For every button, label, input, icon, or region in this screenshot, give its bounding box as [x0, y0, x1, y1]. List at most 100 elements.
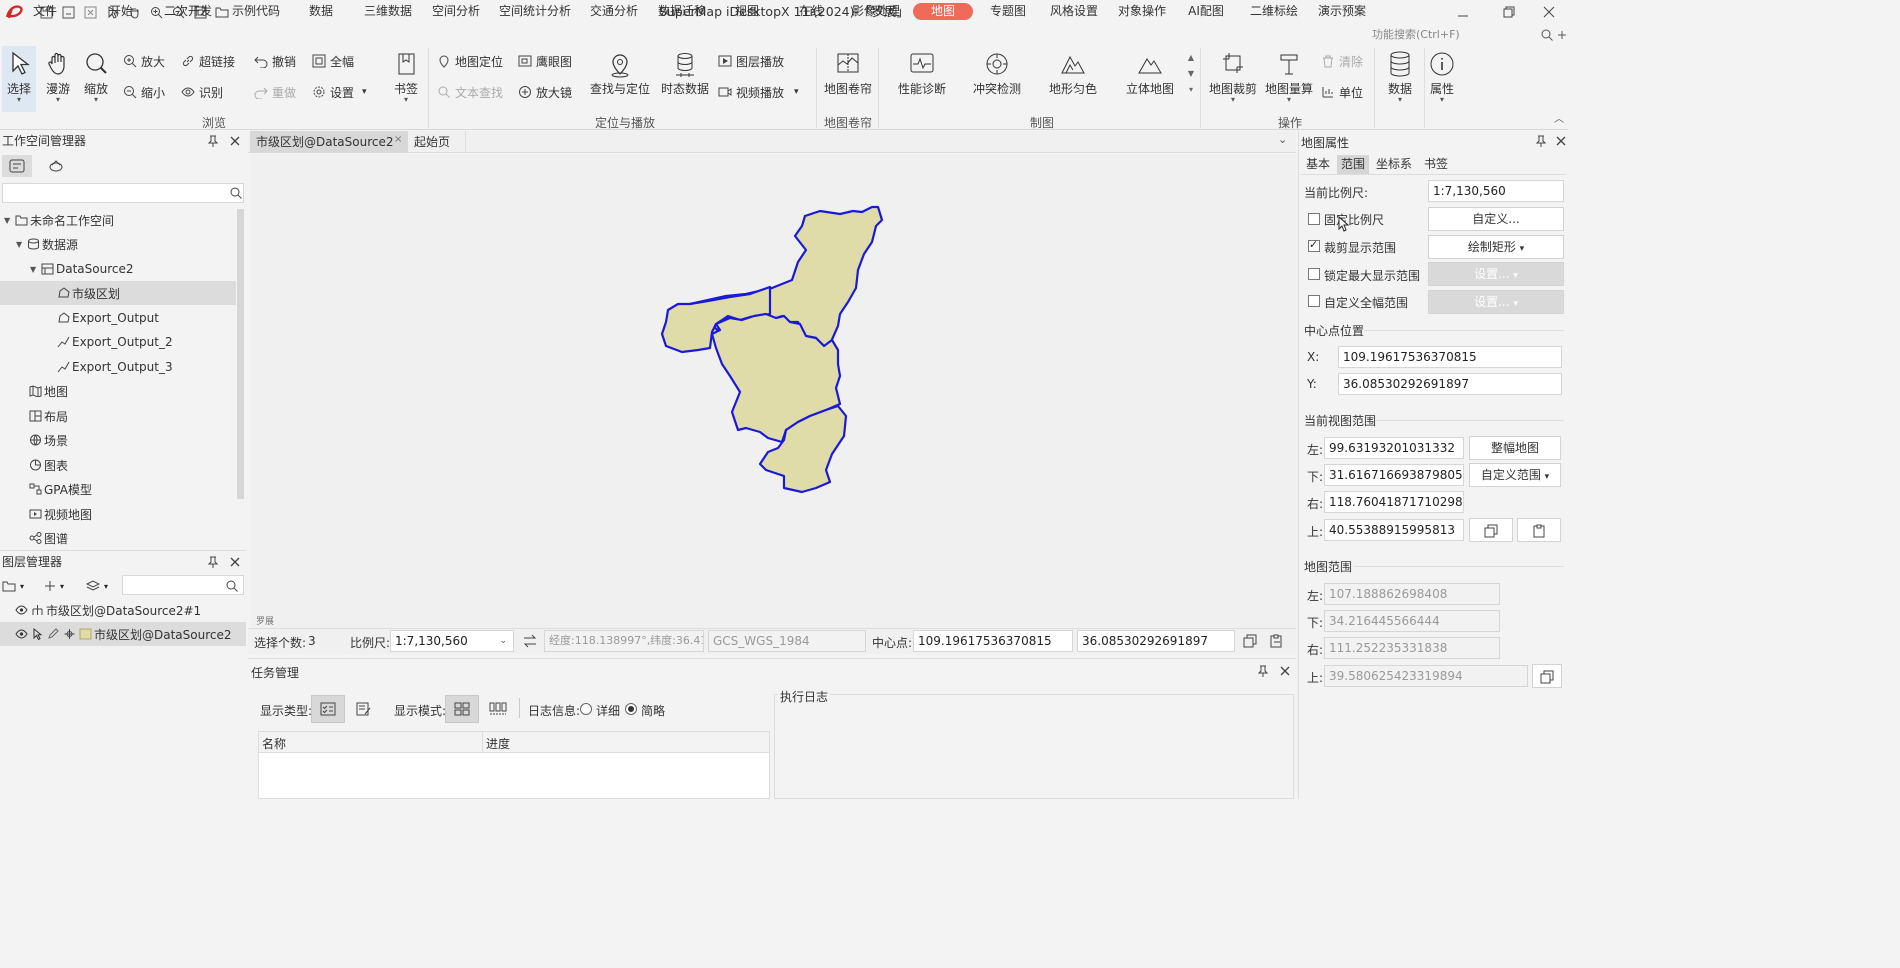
menu-file[interactable]: 文件 [26, 3, 64, 20]
add-layer-dropdown-icon[interactable]: ▾ [2, 578, 32, 594]
close-icon[interactable] [1278, 664, 1292, 678]
menu-spatial-analysis[interactable]: 空间分析 [426, 3, 486, 20]
menu-online[interactable]: 在线 [792, 3, 830, 20]
gallery-scroll-icon[interactable]: ▲ ▼ ▾ [1186, 50, 1196, 110]
pin-icon[interactable] [1534, 134, 1548, 148]
layer-play-button[interactable]: 图层播放 [717, 51, 784, 71]
paste-extent-button[interactable] [1517, 518, 1561, 542]
tree-gpa-models[interactable]: GPA模型 [0, 477, 236, 501]
properties-button[interactable]: 属性 ▾ [1424, 46, 1460, 112]
tree-video-maps[interactable]: 视频地图 [0, 502, 236, 526]
eagle-eye-button[interactable]: 鹰眼图 [517, 51, 572, 71]
close-icon[interactable] [1554, 134, 1568, 148]
pin-icon[interactable] [206, 555, 220, 569]
menu-sample-code[interactable]: 示例代码 [226, 3, 286, 20]
col-name-header[interactable]: 名称 [262, 735, 286, 752]
close-icon[interactable] [228, 555, 242, 569]
tree-maps[interactable]: 地图 [0, 379, 236, 403]
menu-3d-data[interactable]: 三维数据 [358, 3, 418, 20]
view-right-input[interactable]: 118.76041871710298 [1324, 491, 1464, 513]
layer-row-label[interactable]: 市级区划@DataSource2#1 [0, 598, 246, 622]
tree-dataset-export-3[interactable]: Export_Output_3 [0, 355, 236, 379]
temporal-data-button[interactable]: 时态数据 [658, 46, 712, 112]
paste-icon[interactable] [1269, 634, 1283, 648]
custom-full-settings-button[interactable]: 设置... ▾ [1428, 290, 1564, 314]
search-icon[interactable] [230, 187, 242, 199]
menu-thematic[interactable]: 专题图 [982, 3, 1034, 20]
pin-icon[interactable] [1256, 664, 1270, 678]
tree-dataset-export-2[interactable]: Export_Output_2 [0, 330, 236, 354]
full-map-button[interactable]: 整幅地图 [1469, 436, 1561, 460]
tree-charts[interactable]: 图表 [0, 453, 236, 477]
tree-dataset-export[interactable]: Export_Output [0, 306, 236, 330]
tab-extent[interactable]: 范围 [1337, 155, 1369, 174]
current-scale-field[interactable]: 1:7,130,560 [1428, 180, 1564, 202]
menu-spatial-stats[interactable]: 空间统计分析 [494, 3, 576, 20]
full-extent-button[interactable]: 全幅 [311, 51, 354, 71]
detail-radio[interactable] [580, 703, 592, 715]
view-bottom-input[interactable]: 31.616716693879805 [1324, 464, 1464, 486]
ribbon-expand-icon[interactable] [1556, 29, 1568, 41]
menu-map[interactable]: 地图 [913, 3, 973, 20]
menu-ai-map[interactable]: AI配图 [1184, 3, 1228, 20]
task-list-type-icon[interactable] [311, 695, 345, 723]
draw-rectangle-button[interactable]: 绘制矩形 ▾ [1428, 235, 1564, 259]
expand-arrow-icon[interactable]: ▼ [30, 265, 40, 274]
custom-full-extent-checkbox[interactable] [1308, 295, 1320, 307]
close-icon[interactable] [228, 134, 242, 148]
map-clip-button[interactable]: 地图裁剪 ▾ [1206, 46, 1260, 112]
layer-row-region[interactable]: 市级区划@DataSource2 [0, 622, 246, 646]
close-window-icon[interactable] [1526, 0, 1572, 24]
menu-secondary-dev[interactable]: 二次开发 [158, 3, 218, 20]
plus-icon[interactable]: ▾ [44, 578, 74, 594]
clip-display-checkbox[interactable] [1308, 238, 1320, 252]
custom-scale-button[interactable]: 自定义... [1428, 207, 1564, 231]
selectable-icon[interactable] [30, 627, 44, 641]
identify-button[interactable]: 识别 [180, 82, 223, 102]
select-button[interactable]: 选择 ▾ [2, 46, 36, 112]
clear-button[interactable]: 清除 [1320, 51, 1363, 71]
layers-stack-icon[interactable]: ▾ [86, 578, 116, 594]
snap-icon[interactable] [62, 627, 76, 641]
menu-start[interactable]: 开始 [102, 3, 140, 20]
menu-plotting[interactable]: 二维标绘 [1244, 3, 1304, 20]
stereo-map-button[interactable]: 立体地图 [1120, 46, 1180, 112]
map-locate-button[interactable]: 地图定位 [436, 51, 503, 71]
close-workspace-icon[interactable] [81, 3, 99, 21]
visible-eye-icon[interactable] [14, 627, 28, 641]
menu-view[interactable]: 视图 [728, 3, 766, 20]
tree-graph[interactable]: 图谱 [0, 526, 236, 550]
magnifier-button[interactable]: 放大镜 [517, 82, 572, 102]
view-top-input[interactable]: 40.55388915995813 [1324, 519, 1464, 541]
settings-button[interactable]: 设置 ▾ [311, 82, 367, 102]
tab-map-document[interactable]: 市级区划@DataSource2 [250, 131, 408, 153]
scale-combo[interactable]: 1:7,130,560 ⌄ [390, 630, 514, 652]
tree-datasource2[interactable]: ▼ DataSource2 [0, 257, 236, 281]
menu-object-ops[interactable]: 对象操作 [1112, 3, 1172, 20]
expand-arrow-icon[interactable]: ▼ [4, 216, 14, 225]
center-y-input[interactable]: 36.08530292691897 [1338, 373, 1562, 395]
tree-dataset-region[interactable]: 市级区划 [0, 281, 236, 305]
map-curtain-button[interactable]: 地图卷帘 [822, 46, 874, 112]
map-measure-button[interactable]: 地图量算 ▾ [1262, 46, 1316, 112]
lock-max-settings-button[interactable]: 设置... ▾ [1428, 262, 1564, 286]
brief-radio[interactable] [625, 703, 637, 715]
lock-max-extent-checkbox[interactable] [1308, 268, 1320, 280]
editable-pencil-icon[interactable] [46, 627, 60, 641]
task-edit-type-icon[interactable] [352, 697, 376, 721]
menu-style[interactable]: 风格设置 [1044, 3, 1104, 20]
zoom-in-button[interactable]: 放大 [122, 51, 165, 71]
center-y-field[interactable]: 36.08530292691897 [1077, 630, 1235, 652]
grid-mode-icon[interactable] [445, 695, 479, 723]
center-x-input[interactable]: 109.19617536370815 [1338, 346, 1562, 368]
video-play-button[interactable]: 视频播放 ▾ [717, 82, 799, 102]
zoom-out-button[interactable]: 缩小 [122, 82, 165, 102]
menu-traffic[interactable]: 交通分析 [584, 3, 644, 20]
close-tab-icon[interactable]: × [394, 134, 406, 148]
pin-icon[interactable] [206, 134, 220, 148]
unit-button[interactable]: 单位 [1320, 82, 1363, 102]
view-left-input[interactable]: 99.63193201031332 [1324, 437, 1464, 459]
collapse-ribbon-icon[interactable]: ︿ [1554, 110, 1566, 125]
search-icon[interactable] [1541, 29, 1553, 41]
center-x-field[interactable]: 109.19617536370815 [913, 630, 1073, 652]
